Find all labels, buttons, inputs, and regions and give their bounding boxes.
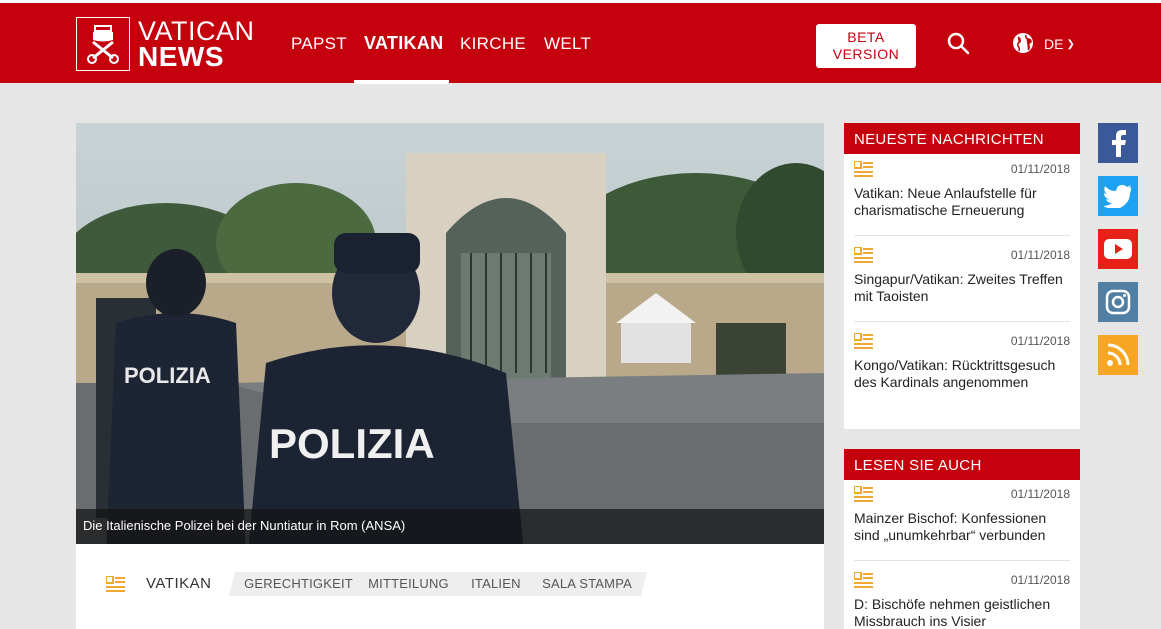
vatican-news-logo[interactable]: VATICAN NEWS bbox=[76, 17, 254, 73]
news-list-icon bbox=[853, 160, 874, 182]
latest-news-heading: NEUESTE NACHRICHTEN bbox=[844, 123, 1080, 154]
chevron-down-icon: ❯ bbox=[1066, 38, 1075, 50]
active-nav-indicator bbox=[354, 80, 449, 84]
svg-text:POLIZIA: POLIZIA bbox=[269, 420, 435, 467]
news-title[interactable]: Singapur/Vatikan: Zweites Treffen mit Ta… bbox=[854, 271, 1070, 305]
hero-photo: POLIZIA POLIZIA bbox=[76, 123, 824, 544]
list-item[interactable]: 01/11/2018 Singapur/Vatikan: Zweites Tre… bbox=[853, 246, 1070, 307]
nav-item-kirche[interactable]: KIRCHE bbox=[460, 34, 526, 54]
beta-label-line2: VERSION bbox=[832, 46, 900, 62]
news-title[interactable]: D: Bischöfe nehmen geistlichen Missbrauc… bbox=[854, 596, 1070, 629]
nav-item-vatikan[interactable]: VATIKAN bbox=[364, 33, 443, 54]
latest-news-box: NEUESTE NACHRICHTEN 01/11/2018 Vatikan: … bbox=[844, 123, 1080, 429]
tag-italien[interactable]: ITALIEN bbox=[456, 572, 536, 596]
list-item[interactable]: 01/11/2018 Vatikan: Neue Anlaufstelle fü… bbox=[853, 160, 1070, 221]
read-also-box: LESEN SIE AUCH 01/11/2018 Mainzer Bischo… bbox=[844, 449, 1080, 629]
globe-icon bbox=[1012, 32, 1034, 57]
facebook-icon[interactable] bbox=[1098, 123, 1138, 163]
news-list-icon bbox=[853, 485, 874, 507]
logo-text-news: NEWS bbox=[138, 41, 224, 72]
list-item[interactable]: 01/11/2018 Mainzer Bischof: Konfessionen… bbox=[853, 485, 1070, 546]
beta-version-button[interactable]: BETA VERSION bbox=[816, 24, 916, 68]
youtube-icon[interactable] bbox=[1098, 229, 1138, 269]
divider bbox=[854, 560, 1070, 561]
svg-text:POLIZIA: POLIZIA bbox=[124, 363, 211, 388]
news-title[interactable]: Kongo/Vatikan: Rücktrittsgesuch des Kard… bbox=[854, 357, 1070, 391]
news-list-icon bbox=[853, 332, 874, 354]
twitter-icon[interactable] bbox=[1098, 176, 1138, 216]
list-item[interactable]: 01/11/2018 D: Bischöfe nehmen geistliche… bbox=[853, 571, 1070, 629]
rss-icon[interactable] bbox=[1098, 335, 1138, 375]
news-list-icon bbox=[853, 571, 874, 593]
papal-keys-icon bbox=[76, 17, 130, 71]
tag-sala-stampa[interactable]: SALA STAMPA bbox=[527, 572, 647, 596]
list-item[interactable]: 01/11/2018 Kongo/Vatikan: Rücktrittsgesu… bbox=[853, 332, 1070, 413]
news-list-icon bbox=[853, 246, 874, 268]
news-date: 01/11/2018 bbox=[1010, 248, 1070, 262]
news-date: 01/11/2018 bbox=[1010, 487, 1070, 501]
top-header: VATICAN NEWS PAPST VATIKAN KIRCHE WELT B… bbox=[0, 0, 1161, 84]
language-code: DE bbox=[1044, 36, 1064, 52]
search-icon[interactable] bbox=[946, 31, 970, 55]
beta-label-line1: BETA bbox=[847, 29, 885, 45]
news-title[interactable]: Mainzer Bischof: Konfessionen sind „unum… bbox=[854, 510, 1070, 544]
tag-mitteilung[interactable]: MITTEILUNG bbox=[353, 572, 464, 596]
divider bbox=[854, 321, 1070, 322]
news-date: 01/11/2018 bbox=[1010, 573, 1070, 587]
article-meta-bar: VATIKAN GERECHTIGKEIT MITTEILUNG ITALIEN… bbox=[76, 544, 824, 629]
divider bbox=[854, 235, 1070, 236]
read-also-heading: LESEN SIE AUCH bbox=[844, 449, 1080, 480]
language-selector[interactable]: DE ❯ bbox=[1012, 32, 1075, 56]
instagram-icon[interactable] bbox=[1098, 282, 1138, 322]
news-date: 01/11/2018 bbox=[1010, 162, 1070, 176]
nav-item-papst[interactable]: PAPST bbox=[291, 34, 347, 54]
nav-item-welt[interactable]: WELT bbox=[544, 34, 591, 54]
news-title[interactable]: Vatikan: Neue Anlaufstelle für charismat… bbox=[854, 185, 1070, 219]
article-hero-image: POLIZIA POLIZIA Die Italienische Polizei… bbox=[76, 123, 824, 544]
image-caption: Die Italienische Polizei bei der Nuntiat… bbox=[76, 509, 824, 544]
article-category[interactable]: VATIKAN bbox=[146, 575, 211, 592]
tag-gerechtigkeit[interactable]: GERECHTIGKEIT bbox=[229, 572, 368, 596]
news-list-icon bbox=[105, 575, 126, 597]
news-date: 01/11/2018 bbox=[1010, 334, 1070, 348]
